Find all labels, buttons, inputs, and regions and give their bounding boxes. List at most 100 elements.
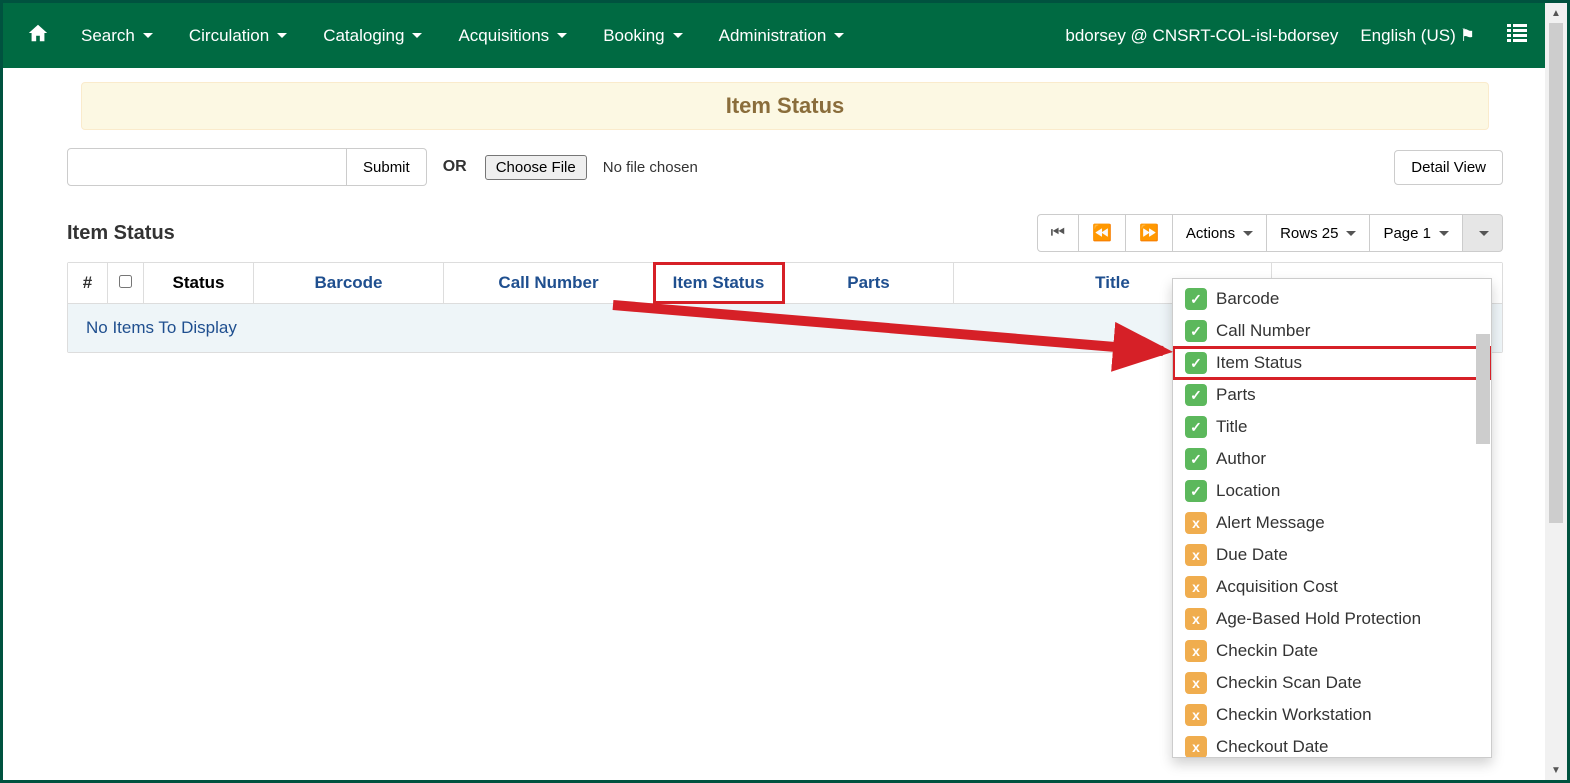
- column-toggle-label: Checkin Workstation: [1216, 705, 1372, 725]
- column-toggle-item[interactable]: x Checkout Date: [1173, 731, 1491, 758]
- prev-icon: ⏪: [1092, 223, 1112, 243]
- grid-toolbar: ⏮ ⏪ ⏩ Actions Rows 25 Page 1: [1037, 214, 1503, 252]
- section-title: Item Status: [67, 222, 175, 245]
- nav-booking-label: Booking: [603, 26, 664, 46]
- column-toggle-item[interactable]: ✓ Title: [1173, 411, 1491, 443]
- barcode-input[interactable]: [67, 148, 347, 186]
- column-toggle-item[interactable]: ✓ Author: [1173, 443, 1491, 475]
- actions-dropdown[interactable]: Actions: [1173, 214, 1267, 252]
- column-toggle-item[interactable]: x Checkin Date: [1173, 635, 1491, 667]
- window: Search Circulation Cataloging Acquisitio…: [3, 3, 1567, 780]
- column-toggle-label: Checkin Date: [1216, 641, 1318, 661]
- check-on-icon: ✓: [1185, 352, 1207, 374]
- caret-down-icon: [1346, 231, 1356, 236]
- column-toggle-item[interactable]: ✓ Barcode: [1173, 283, 1491, 315]
- check-off-icon: x: [1185, 608, 1207, 630]
- nav-booking[interactable]: Booking: [585, 26, 700, 46]
- caret-down-icon: [1243, 231, 1253, 236]
- check-on-icon: ✓: [1185, 448, 1207, 470]
- column-toggle-item[interactable]: xCheckin Scan Date: [1173, 667, 1491, 699]
- submit-button[interactable]: Submit: [347, 148, 427, 186]
- nav-cataloging[interactable]: Cataloging: [305, 26, 440, 46]
- column-toggle-label: Due Date: [1216, 545, 1288, 565]
- scrollbar-thumb[interactable]: [1476, 334, 1490, 444]
- nav-circulation[interactable]: Circulation: [171, 26, 305, 46]
- col-call-number[interactable]: Call Number: [444, 263, 654, 303]
- caret-down-icon: [412, 33, 422, 38]
- next-icon: ⏩: [1139, 223, 1159, 243]
- column-toggle-item[interactable]: ✓ Call Number: [1173, 315, 1491, 347]
- caret-down-icon: [143, 33, 153, 38]
- browser-scrollbar[interactable]: ▲ ▼: [1545, 3, 1567, 780]
- file-status-text: No file chosen: [603, 159, 698, 176]
- nav-acquisitions-label: Acquisitions: [458, 26, 549, 46]
- nav-user-link[interactable]: bdorsey @ CNSRT-COL-isl-bdorsey: [1065, 26, 1338, 46]
- column-toggle-label: Acquisition Cost: [1216, 577, 1338, 597]
- nav-cataloging-label: Cataloging: [323, 26, 404, 46]
- home-icon[interactable]: [13, 22, 63, 50]
- column-toggle-label: Item Status: [1216, 353, 1302, 373]
- check-on-icon: ✓: [1185, 384, 1207, 406]
- first-icon: ⏮: [1051, 224, 1065, 242]
- check-off-icon: x: [1185, 736, 1207, 758]
- caret-down-icon: [1479, 231, 1489, 236]
- column-toggle-label: Checkout Date: [1216, 737, 1328, 757]
- column-toggle-item[interactable]: x Alert Message: [1173, 507, 1491, 539]
- next-page-button[interactable]: ⏩: [1126, 214, 1173, 252]
- check-off-icon: x: [1185, 640, 1207, 662]
- rows-dropdown[interactable]: Rows 25: [1267, 214, 1370, 252]
- check-on-icon: ✓: [1185, 416, 1207, 438]
- column-toggle-item[interactable]: xCheckin Workstation: [1173, 699, 1491, 731]
- col-status[interactable]: Status: [144, 263, 254, 303]
- nav-administration[interactable]: Administration: [701, 26, 863, 46]
- column-toggle-label: Call Number: [1216, 321, 1310, 341]
- page-label: Page 1: [1383, 225, 1431, 242]
- first-page-button[interactable]: ⏮: [1037, 214, 1079, 252]
- scroll-up-icon[interactable]: ▲: [1545, 3, 1567, 23]
- nav-search[interactable]: Search: [63, 26, 171, 46]
- page-title: Item Status: [726, 93, 845, 118]
- columns-dropdown[interactable]: [1463, 214, 1503, 252]
- column-toggle-label: Alert Message: [1216, 513, 1325, 533]
- col-index[interactable]: #: [68, 263, 108, 303]
- section-header-row: Item Status ⏮ ⏪ ⏩ Actions Rows 25 Page 1: [63, 214, 1507, 252]
- col-item-status[interactable]: Item Status: [654, 263, 784, 303]
- caret-down-icon: [673, 33, 683, 38]
- page-dropdown[interactable]: Page 1: [1370, 214, 1463, 252]
- column-toggle-label: Location: [1216, 481, 1280, 501]
- menu-icon[interactable]: [1497, 24, 1537, 48]
- select-all-checkbox[interactable]: [119, 275, 132, 288]
- column-toggle-item[interactable]: xAge-Based Hold Protection: [1173, 603, 1491, 635]
- col-select-all[interactable]: [108, 263, 144, 303]
- top-navbar: Search Circulation Cataloging Acquisitio…: [3, 3, 1567, 68]
- nav-circulation-label: Circulation: [189, 26, 269, 46]
- controls-row: Submit OR Choose File No file chosen Det…: [63, 148, 1507, 186]
- nav-acquisitions[interactable]: Acquisitions: [440, 26, 585, 46]
- scroll-thumb[interactable]: [1549, 23, 1563, 523]
- choose-file-button[interactable]: Choose File: [485, 155, 587, 180]
- column-toggle-item[interactable]: ✓ Parts: [1173, 379, 1491, 411]
- actions-label: Actions: [1186, 225, 1235, 242]
- column-toggle-label: Parts: [1216, 385, 1256, 405]
- column-toggle-label: Title: [1216, 417, 1248, 437]
- check-off-icon: x: [1185, 576, 1207, 598]
- col-barcode[interactable]: Barcode: [254, 263, 444, 303]
- column-toggle-item[interactable]: x Acquisition Cost: [1173, 571, 1491, 603]
- caret-down-icon: [557, 33, 567, 38]
- check-on-icon: ✓: [1185, 288, 1207, 310]
- prev-page-button[interactable]: ⏪: [1079, 214, 1126, 252]
- caret-down-icon: [834, 33, 844, 38]
- column-toggle-item[interactable]: ✓Location: [1173, 475, 1491, 507]
- col-parts[interactable]: Parts: [784, 263, 954, 303]
- column-toggle-item[interactable]: ✓ Item Status: [1173, 347, 1491, 379]
- page-title-banner: Item Status: [81, 82, 1489, 130]
- check-on-icon: ✓: [1185, 320, 1207, 342]
- detail-view-button[interactable]: Detail View: [1394, 150, 1503, 185]
- column-toggle-item[interactable]: xDue Date: [1173, 539, 1491, 571]
- columns-menu[interactable]: ✓ Barcode ✓ Call Number ✓ Item Status ✓ Parts ✓ T…: [1172, 278, 1492, 758]
- scroll-down-icon[interactable]: ▼: [1545, 760, 1567, 780]
- column-toggle-label: Author: [1216, 449, 1266, 469]
- nav-language-link[interactable]: English (US): [1360, 26, 1475, 46]
- column-toggle-label: Barcode: [1216, 289, 1279, 309]
- check-off-icon: x: [1185, 512, 1207, 534]
